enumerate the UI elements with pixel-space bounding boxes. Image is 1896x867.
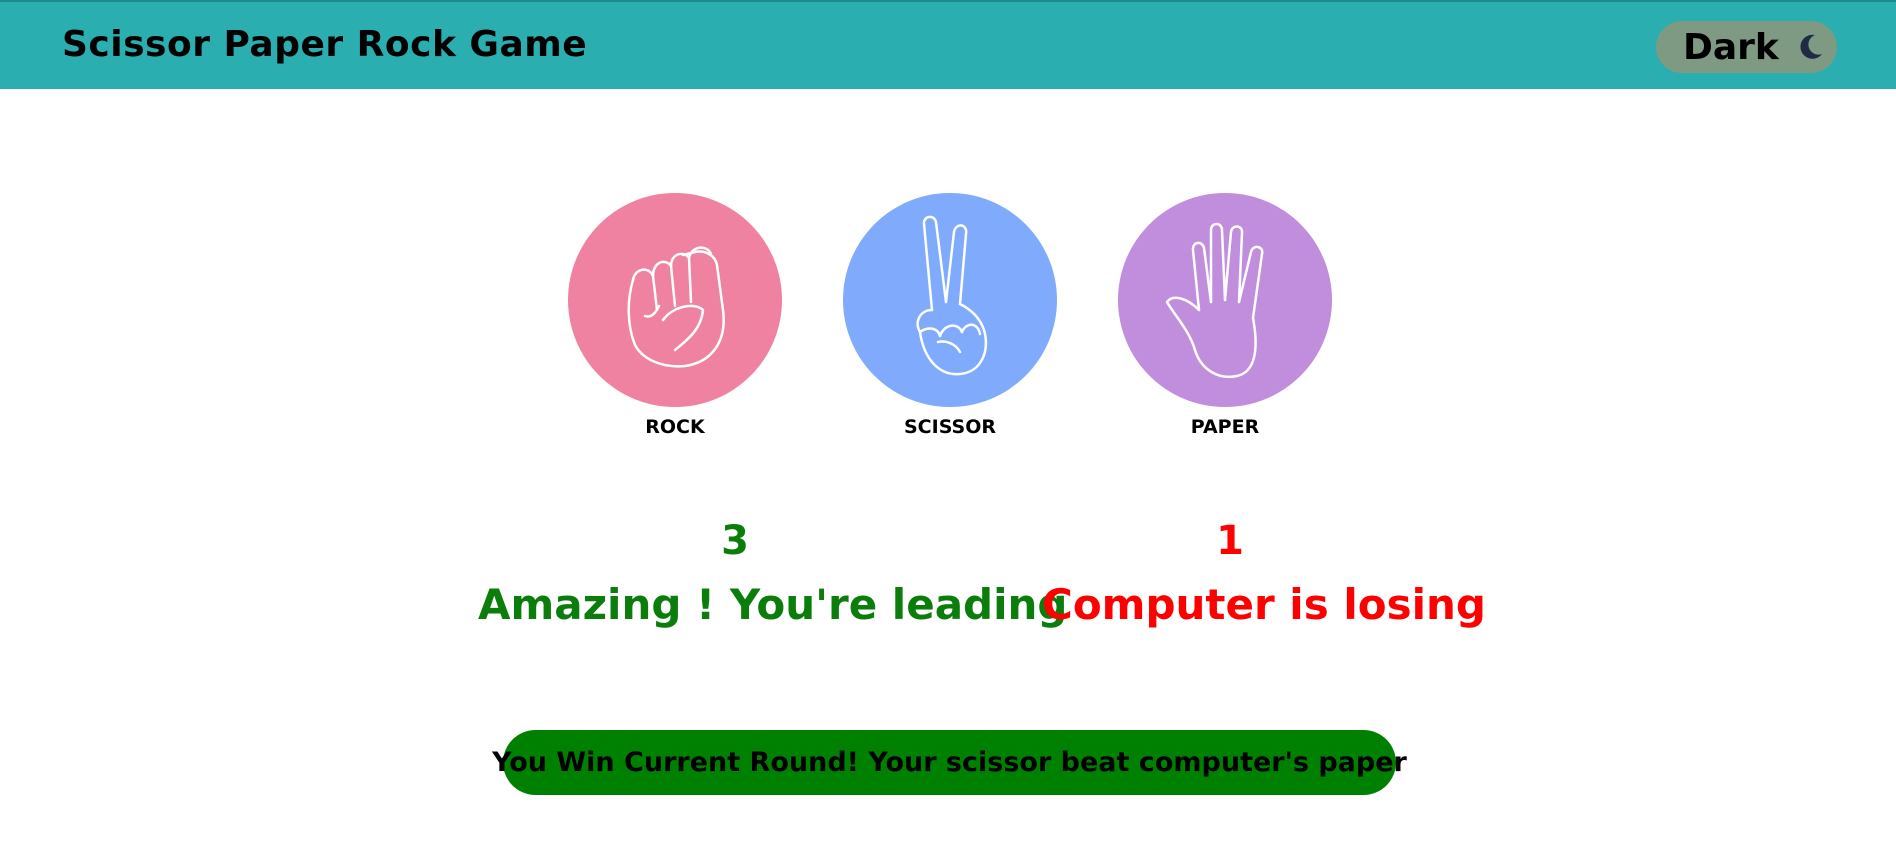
user-status-text: Amazing ! You're leading [478, 580, 1068, 629]
fist-icon [627, 246, 725, 368]
user-score: 3 [721, 518, 749, 564]
paper-choice-button[interactable] [1118, 193, 1332, 407]
open-hand-icon [1165, 222, 1264, 379]
rock-choice-button[interactable] [568, 193, 782, 407]
scissor-choice-button[interactable] [843, 193, 1057, 407]
app-title: Scissor Paper Rock Game [62, 24, 588, 65]
rock-label: ROCK [645, 416, 705, 438]
computer-status-text: Computer is losing [1042, 580, 1486, 629]
paper-label: PAPER [1190, 416, 1260, 438]
computer-score: 1 [1216, 518, 1244, 564]
navbar: Scissor Paper Rock Game Dark [0, 0, 1896, 89]
moon-icon [1795, 32, 1825, 62]
scissor-label: SCISSOR [904, 416, 996, 438]
dark-mode-toggle[interactable]: Dark [1656, 21, 1837, 73]
round-result-message: You Win Current Round! Your scissor beat… [492, 747, 1407, 778]
theme-toggle-label: Dark [1683, 26, 1779, 68]
peace-hand-icon [916, 215, 988, 376]
round-result-banner: You Win Current Round! Your scissor beat… [492, 730, 1407, 795]
